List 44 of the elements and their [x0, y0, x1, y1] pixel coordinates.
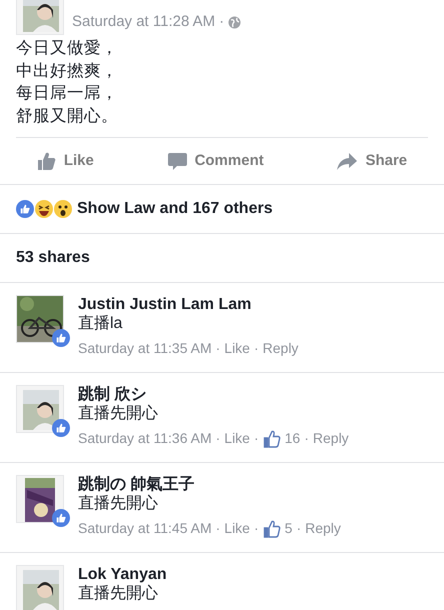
separator-dot: · — [296, 519, 302, 538]
separator-dot: · — [304, 429, 309, 448]
post-text: 今日又做愛， 中出好撚爽， 每日屌一屌， 舒服又開心。 — [15, 38, 119, 126]
thumbs-up-icon — [262, 520, 281, 538]
surprised-emoji-icon — [54, 200, 72, 218]
like-count: 16 — [284, 429, 300, 448]
commenter-name[interactable]: Justin Justin Lam Lam — [78, 295, 298, 314]
comment-text: 直播la — [78, 314, 124, 333]
comment-text: 直播先開心 — [78, 404, 159, 423]
comment-action-link[interactable]: Like — [224, 338, 250, 359]
globe-icon — [228, 16, 242, 29]
comment-time: Saturday at 11:45 AM — [78, 519, 212, 538]
commenter-name[interactable]: 跳制の 帥氣王子 — [78, 475, 341, 494]
separator-dot: · — [254, 429, 259, 448]
like-count: 5 — [284, 519, 292, 538]
comment-time: Saturday at 11:36 AM — [78, 429, 212, 448]
thumbs-up-icon — [36, 152, 56, 170]
laughing-emoji-icon — [35, 200, 53, 218]
speech-bubble-icon — [168, 152, 187, 170]
separator-dot: · — [216, 429, 220, 448]
separator-dot: · — [254, 519, 259, 538]
like-button[interactable]: Like — [36, 150, 94, 172]
comment-action-link[interactable]: Like — [224, 518, 250, 539]
shares-count[interactable]: 53 shares — [16, 246, 90, 270]
comment-action-link[interactable]: Like — [224, 428, 250, 449]
separator-dot: · — [254, 339, 259, 358]
comment-text: 直播先開心 — [78, 584, 159, 603]
comment-action-link[interactable]: Reply — [312, 428, 349, 449]
separator-dot: · — [219, 12, 224, 32]
post-time: Saturday at 11:28 AM — [72, 12, 216, 32]
commenter-name[interactable]: 跳制 欣シ — [78, 385, 349, 404]
thumbs-up-icon — [262, 430, 281, 448]
comment-time: Saturday at 11:35 AM — [78, 339, 212, 358]
share-arrow-icon — [337, 152, 358, 170]
reactions-summary[interactable]: Show Law and 167 others — [77, 197, 273, 221]
comment-button[interactable]: Comment — [168, 150, 264, 172]
comment-action-link[interactable]: Reply — [262, 338, 298, 359]
commenter-name[interactable]: Lok Yanyan — [78, 565, 167, 584]
separator-dot: · — [216, 519, 220, 538]
comment-text: 直播先開心 — [78, 494, 159, 513]
like-reaction-icon — [16, 200, 34, 218]
separator-dot: · — [216, 339, 220, 358]
share-button[interactable]: Share — [337, 150, 408, 172]
comment-action-link[interactable]: Reply — [305, 518, 341, 539]
